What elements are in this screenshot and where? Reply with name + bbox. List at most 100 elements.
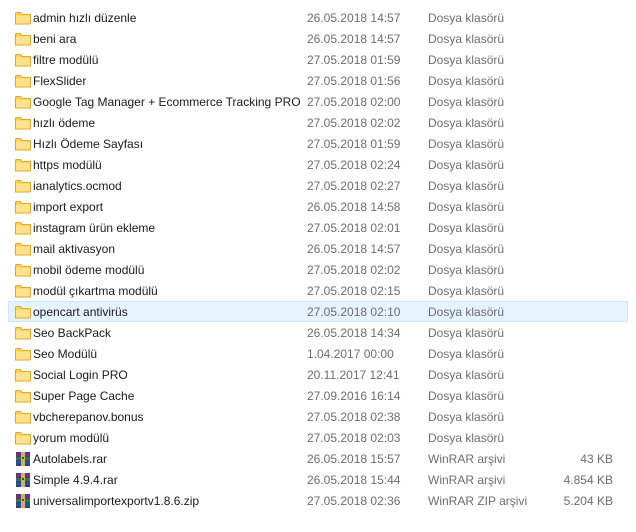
file-type: Dosya klasörü — [428, 305, 505, 319]
folder-row[interactable]: Super Page Cache 27.09.2016 16:14 Dosya kl… — [8, 385, 628, 406]
file-name: Seo Modülü — [33, 347, 98, 361]
date-modified: 27.05.2018 01:56 — [307, 74, 401, 88]
file-type: Dosya klasörü — [428, 32, 505, 46]
file-row[interactable]: Simple 4.9.4.rar 26.05.2018 15:44 WinRAR a… — [8, 469, 628, 490]
folder-row[interactable]: Seo Modülü 1.04.2017 00:00 Dosya klasörü — [8, 343, 628, 364]
folder-icon — [15, 32, 31, 46]
file-type: WinRAR arşivi — [428, 473, 506, 487]
winrar-archive-icon — [15, 473, 31, 487]
date-modified: 26.05.2018 15:44 — [307, 473, 401, 487]
folder-icon — [15, 11, 31, 25]
folder-row[interactable]: admin hızlı düzenle 26.05.2018 14:57 Dosya… — [8, 7, 628, 28]
date-modified: 20.11.2017 12:41 — [307, 368, 400, 382]
date-modified: 27.05.2018 02:27 — [307, 179, 401, 193]
file-name: opencart antivirüs — [33, 305, 128, 319]
folder-icon — [15, 137, 31, 151]
folder-icon — [15, 368, 31, 382]
folder-row[interactable]: beni ara 26.05.2018 14:57 Dosya klasörü — [8, 28, 628, 49]
folder-icon — [15, 242, 31, 256]
date-modified: 26.05.2018 15:57 — [307, 452, 401, 466]
date-modified: 27.05.2018 02:10 — [307, 305, 401, 319]
file-name: filtre modülü — [33, 53, 99, 67]
file-type: Dosya klasörü — [428, 410, 505, 424]
file-name: FlexSlider — [33, 74, 87, 88]
file-name: Super Page Cache — [33, 389, 135, 403]
folder-row[interactable]: ianalytics.ocmod 27.05.2018 02:27 Dosya kl… — [8, 175, 628, 196]
folder-row[interactable]: yorum modülü 27.05.2018 02:03 Dosya klasör… — [8, 427, 628, 448]
folder-row[interactable]: vbcherepanov.bonus 27.05.2018 02:38 Dosya … — [8, 406, 628, 427]
folder-row[interactable]: mobil ödeme modülü 27.05.2018 02:02 Dosya … — [8, 259, 628, 280]
folder-icon — [15, 53, 31, 67]
folder-icon — [15, 410, 31, 424]
file-type: Dosya klasörü — [428, 116, 505, 130]
file-name: vbcherepanov.bonus — [33, 410, 144, 424]
folder-icon — [15, 284, 31, 298]
file-type: Dosya klasörü — [428, 263, 505, 277]
file-type: WinRAR arşivi — [428, 452, 506, 466]
date-modified: 27.05.2018 02:24 — [307, 158, 401, 172]
file-row[interactable]: Autolabels.rar 26.05.2018 15:57 WinRAR arş… — [8, 448, 628, 469]
file-type: WinRAR ZIP arşivi — [428, 494, 528, 508]
file-type: Dosya klasörü — [428, 137, 505, 151]
file-name: hızlı ödeme — [33, 116, 96, 130]
date-modified: 26.05.2018 14:57 — [307, 11, 401, 25]
folder-row[interactable]: https modülü 27.05.2018 02:24 Dosya klasör… — [8, 154, 628, 175]
winrar-archive-icon — [15, 452, 31, 466]
file-list: admin hızlı düzenle 26.05.2018 14:57 Dosya… — [0, 0, 636, 532]
file-type: Dosya klasörü — [428, 11, 505, 25]
date-modified: 26.05.2018 14:58 — [307, 200, 401, 214]
file-type: Dosya klasörü — [428, 347, 505, 361]
folder-row[interactable]: Seo BackPack 26.05.2018 14:34 Dosya klasör… — [8, 322, 628, 343]
file-type: Dosya klasörü — [428, 389, 505, 403]
file-type: Dosya klasörü — [428, 95, 505, 109]
file-type: Dosya klasörü — [428, 284, 505, 298]
folder-row[interactable]: hızlı ödeme 27.05.2018 02:02 Dosya klasörü — [8, 112, 628, 133]
date-modified: 26.05.2018 14:34 — [307, 326, 401, 340]
date-modified: 27.05.2018 02:15 — [307, 284, 401, 298]
folder-icon — [15, 116, 31, 130]
date-modified: 27.05.2018 02:03 — [307, 431, 401, 445]
file-size: 4.854 KB — [563, 473, 613, 487]
file-type: Dosya klasörü — [428, 431, 505, 445]
file-name: Simple 4.9.4.rar — [33, 473, 118, 487]
file-type: Dosya klasörü — [428, 221, 505, 235]
winrar-archive-icon — [15, 494, 31, 508]
file-type: Dosya klasörü — [428, 158, 505, 172]
folder-icon — [15, 263, 31, 277]
folder-icon — [15, 431, 31, 445]
folder-icon — [15, 347, 31, 361]
folder-icon — [15, 179, 31, 193]
file-name: ianalytics.ocmod — [33, 179, 122, 193]
file-type: Dosya klasörü — [428, 179, 505, 193]
date-modified: 27.05.2018 01:59 — [307, 137, 401, 151]
folder-icon — [15, 221, 31, 235]
file-name: yorum modülü — [33, 431, 110, 445]
file-type: Dosya klasörü — [428, 200, 505, 214]
date-modified: 27.05.2018 02:38 — [307, 410, 401, 424]
folder-row[interactable]: instagram ürün ekleme 27.05.2018 02:01 Dos… — [8, 217, 628, 238]
file-name: import export — [33, 200, 104, 214]
file-size: 5.204 KB — [563, 494, 613, 508]
folder-row[interactable]: filtre modülü 27.05.2018 01:59 Dosya klasö… — [8, 49, 628, 70]
folder-row[interactable]: import export 26.05.2018 14:58 Dosya klasö… — [8, 196, 628, 217]
date-modified: 27.05.2018 02:02 — [307, 116, 401, 130]
folder-row[interactable]: mail aktivasyon 26.05.2018 14:57 Dosya kla… — [8, 238, 628, 259]
folder-icon — [15, 200, 31, 214]
file-name: Seo BackPack — [33, 326, 112, 340]
file-name: https modülü — [33, 158, 102, 172]
folder-row[interactable]: Google Tag Manager + Ecommerce Tracking … — [8, 91, 628, 112]
date-modified: 1.04.2017 00:00 — [307, 347, 394, 361]
folder-row[interactable]: Social Login PRO 20.11.2017 12:41 Dosya kl… — [8, 364, 628, 385]
date-modified: 27.09.2016 16:14 — [307, 389, 401, 403]
folder-row[interactable]: Hızlı Ödeme Sayfası 27.05.2018 01:59 Dosya… — [8, 133, 628, 154]
folder-icon — [15, 305, 31, 319]
folder-row[interactable]: opencart antivirüs 27.05.2018 02:10 Dosya … — [8, 301, 628, 322]
folder-icon — [15, 389, 31, 403]
folder-row[interactable]: FlexSlider 27.05.2018 01:56 Dosya klasörü — [8, 70, 628, 91]
file-row[interactable]: universalimportexportv1.8.6.zip 27.05.201… — [8, 490, 628, 511]
file-name: Google Tag Manager + Ecommerce Tracking … — [33, 95, 301, 109]
file-name: mail aktivasyon — [33, 242, 116, 256]
folder-icon — [15, 326, 31, 340]
folder-row[interactable]: modül çıkartma modülü 27.05.2018 02:15 Dos… — [8, 280, 628, 301]
folder-icon — [15, 158, 31, 172]
